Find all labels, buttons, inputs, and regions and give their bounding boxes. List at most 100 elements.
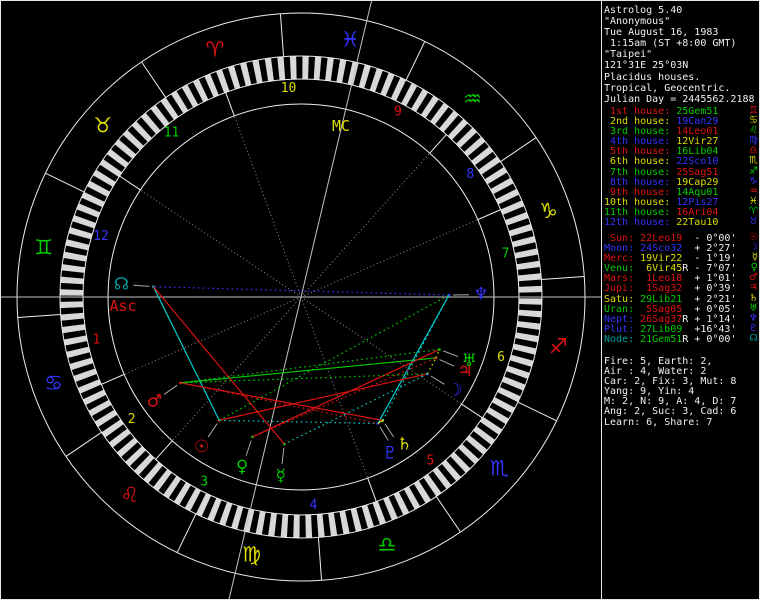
planet-node-icon: ☊ [114,274,129,294]
sign-boundary [17,313,61,319]
degree-tick [516,260,541,270]
houses-list: 1st house: 25Gem51 ♊ 2nd house: 19Can29 ♋ … [604,105,759,229]
house-cusp-mark [155,440,173,460]
degree-tick [216,69,230,94]
degree-tick [60,312,85,321]
planet-position-value: 21Gem51 [640,333,683,345]
sign-boundary [317,537,323,581]
house-number: 4 [310,498,318,513]
planet-merc-icon: ☿ [275,466,285,486]
degree-tick [361,504,375,529]
degree-tick [60,276,84,285]
degree-tick [195,493,212,517]
degree-tick [305,514,313,538]
planet-satu-icon: ♄ [397,434,412,454]
planet-venu-icon: ♀ [236,457,248,477]
zodiac-aries-icon: ♈ [206,37,225,61]
zodiac-scorpio-icon: ♏ [490,456,509,480]
degree-tick [518,285,542,293]
planet-plut-icon: ♇ [383,443,398,463]
degree-tick [325,57,334,82]
degree-tick [516,321,541,330]
planet-label: Node: [604,333,641,345]
house-number: 6 [497,350,505,365]
zodiac-gemini-icon: ♊ [34,236,53,260]
astrolog-window: 1 2 3 4 5 6 7 8 9 10 11 12 ♈ ♉ ♊ ♋ ♌ ♍ ♎ ♏ ♐ ♑ ♒ ♓ Asc MC ☉ ☽ ☿ ♀ ♂ ♃ ♄ ♅… [0,0,760,600]
degree-tick [508,223,533,237]
planet-pointer [439,359,455,367]
planets-list: Sun: 22Leo19 - 0°00' ☉ Moon: 24Sco32 + 2°2… [604,232,759,345]
house-row: 12th house: 22Tau10 ♉ [604,216,759,229]
degree-tick [336,59,347,83]
degree-tick [192,78,209,103]
chart-info-line-2: Tue August 16, 1983 [604,27,719,39]
planet-velocity: + 0°00' [688,333,737,345]
house-cusp-mark [461,403,483,419]
degree-tick [339,510,350,535]
degree-tick [264,57,274,82]
degree-tick [313,56,322,80]
degree-tick [204,73,219,98]
planet-row: Node: 21Gem51R + 0°00' ☊ [604,332,759,345]
degree-tick [372,500,386,525]
chart-info-block: Astrolog 5.40 "Anonymous" Tue August 16, 1… [604,5,755,105]
zodiac-pisces-icon: ♓ [341,28,360,52]
aspect-line-sex [382,294,450,421]
degree-tick [268,512,277,537]
degree-tick [380,72,395,97]
degree-tick [60,289,84,296]
degree-tick [390,77,407,101]
degree-tick [73,368,98,382]
degree-tick [69,357,94,371]
house-cusp-value: 22Tau10 [676,217,719,229]
sign-boundary [279,13,285,57]
zodiac-cancer-icon: ♋ [44,371,63,395]
planet-moon-icon: ☽ [447,381,462,401]
house-cusp-dotted [233,115,302,298]
degree-tick [350,507,362,532]
chart-info-line-1: "Anonymous" [604,16,671,28]
chart-wheel[interactable]: 123456789101112♈♉♊♋♌♍ ♎♏♐♑♒♓AscMC☉☽☿♀♂♃♄♅… [1,1,601,600]
zodiac-libra-icon: ♎ [378,533,397,557]
zodiac-taurus-icon: ♉ [93,114,112,138]
planet-pointer [379,426,389,441]
house-number: 1 [93,332,101,347]
planet-pointer [245,440,252,456]
house-cusp-dotted [171,296,302,442]
degree-tick [517,273,542,282]
degree-tick [227,65,241,90]
house-cusp-mark [101,373,125,385]
chart-info-line-3: 1:15am (ST +8:00 GMT) [604,38,737,50]
chart-info-line-6: Placidus houses. [604,71,701,83]
sign-boundary [176,513,197,553]
chart-info-line-8: Julian Day = 2445562.2188 [604,93,755,105]
sign-boundary [405,41,426,81]
house-cusp-mark [477,209,501,221]
house-cusp-dotted [300,219,479,298]
planet-pointer [133,284,150,287]
house-cusp-dotted [123,296,302,375]
sign-boundary [45,172,85,193]
degree-tick [243,508,255,533]
degree-tick [316,513,325,538]
chart-info-line-5: 121°31E 25°03N [604,60,689,72]
zodiac-aquarius-icon: ♒ [463,87,482,111]
house-number: 5 [427,454,435,469]
aspect-line-sex [219,419,378,425]
house-label: 12th house: [604,217,677,229]
chart-info-line-0: Astrolog 5.40 [604,5,683,16]
planet-nept-icon: ♆ [473,285,488,305]
degree-tick [518,309,542,318]
degree-tick [514,248,539,259]
sign-glyph-icon: ☊ [749,332,758,344]
degree-tick [393,491,410,516]
degree-tick [497,386,521,403]
degree-tick [369,68,383,92]
degree-tick [60,301,84,309]
planet-sun-icon: ☉ [194,437,209,457]
zodiac-leo-icon: ♌ [120,483,139,507]
degree-tick [77,379,102,394]
degree-tick [231,505,244,530]
degree-tick [293,514,300,538]
degree-tick [280,514,289,538]
